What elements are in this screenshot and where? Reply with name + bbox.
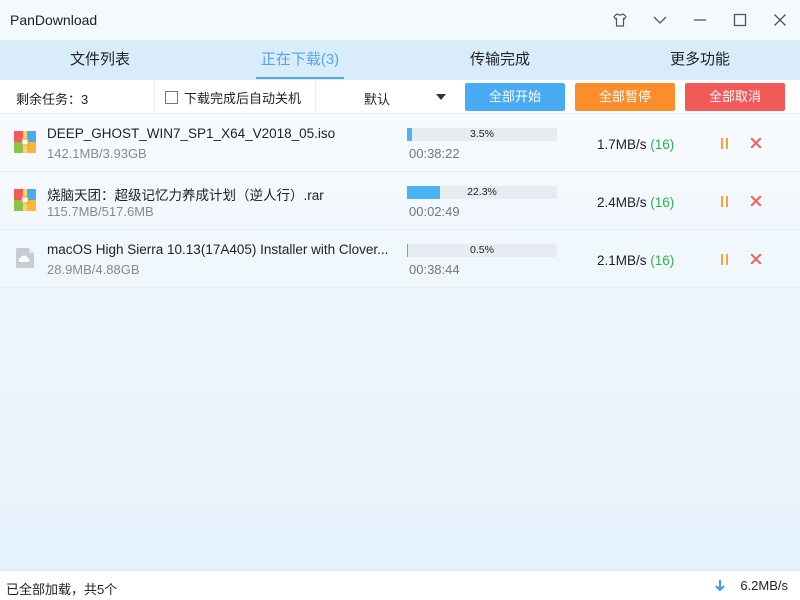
download-arrow-icon: [715, 579, 726, 591]
toolbar-divider: [154, 80, 155, 114]
load-status-text: 已全部加载，共5个: [6, 582, 118, 597]
tab-more-features[interactable]: 更多功能: [600, 40, 800, 80]
tab-file-list[interactable]: 文件列表: [0, 40, 200, 80]
close-window-icon[interactable]: [760, 0, 800, 40]
file-name: 烧脑天团：超级记忆力养成计划（逆人行）.rar: [47, 188, 324, 203]
pause-all-button[interactable]: 全部暂停: [575, 83, 675, 111]
archive-file-icon: [14, 131, 36, 153]
progress-percent: 3.5%: [470, 128, 494, 140]
connection-count: (16): [650, 137, 675, 152]
file-name: DEEP_GHOST_WIN7_SP1_X64_V2018_05.iso: [47, 126, 336, 141]
download-row[interactable]: DEEP_GHOST_WIN7_SP1_X64_V2018_05.iso 142…: [0, 114, 800, 172]
download-row[interactable]: 烧脑天团：超级记忆力养成计划（逆人行）.rar 115.7MB/517.6MB …: [0, 172, 800, 230]
cancel-x-icon[interactable]: [750, 253, 762, 265]
archive-file-icon: [14, 189, 36, 211]
auto-shutdown-label: 下载完成后自动关机: [184, 91, 302, 106]
download-speed: 2.1MB/s (16): [597, 253, 674, 268]
progress-bar: 0.5%: [407, 244, 557, 257]
file-size: 28.9MB/4.88GB: [47, 262, 140, 277]
tab-completed[interactable]: 传输完成: [400, 40, 600, 80]
maximize-icon[interactable]: [720, 0, 760, 40]
progress-bar: 3.5%: [407, 128, 557, 141]
time-remaining: 00:02:49: [409, 204, 460, 219]
download-speed: 1.7MB/s (16): [597, 137, 674, 152]
cancel-x-icon[interactable]: [750, 195, 762, 207]
skin-shirt-icon[interactable]: [600, 0, 640, 40]
caret-down-icon: [436, 94, 446, 100]
speed-value: 2.4MB/s: [597, 195, 647, 210]
status-bar: 已全部加载，共5个 6.2MB/s: [0, 570, 800, 600]
sort-select[interactable]: 默认: [316, 80, 454, 114]
app-title: PanDownload: [10, 12, 98, 28]
cancel-x-icon[interactable]: [750, 137, 762, 149]
file-name: macOS High Sierra 10.13(17A405) Installe…: [47, 242, 389, 257]
window-controls: [600, 0, 800, 40]
file-size: 142.1MB/3.93GB: [47, 146, 147, 161]
time-remaining: 00:38:22: [409, 146, 460, 161]
pause-icon[interactable]: [720, 138, 730, 149]
minimize-icon[interactable]: [680, 0, 720, 40]
total-speed-value: 6.2MB/s: [740, 578, 788, 593]
progress-percent: 0.5%: [470, 244, 494, 256]
time-remaining: 00:38:44: [409, 262, 460, 277]
pause-icon[interactable]: [720, 196, 730, 207]
tab-downloading[interactable]: 正在下载(3): [200, 40, 400, 80]
progress-bar: 22.3%: [407, 186, 557, 199]
total-speed: 6.2MB/s: [714, 578, 788, 593]
pause-icon[interactable]: [720, 254, 730, 265]
connection-count: (16): [650, 195, 675, 210]
speed-value: 2.1MB/s: [597, 253, 647, 268]
start-all-button[interactable]: 全部开始: [465, 83, 565, 111]
cloud-file-icon: [16, 248, 34, 268]
cancel-all-button[interactable]: 全部取消: [685, 83, 785, 111]
download-toolbar: 剩余任务：3 下载完成后自动关机 默认 全部开始 全部暂停 全部取消: [0, 80, 800, 114]
download-row[interactable]: macOS High Sierra 10.13(17A405) Installe…: [0, 230, 800, 288]
main-tabs: 文件列表 正在下载(3) 传输完成 更多功能: [0, 40, 800, 80]
menu-chevron-down-icon[interactable]: [640, 0, 680, 40]
download-speed: 2.4MB/s (16): [597, 195, 674, 210]
remaining-tasks-label: 剩余任务：3: [16, 92, 89, 107]
auto-shutdown-option[interactable]: 下载完成后自动关机: [165, 88, 301, 107]
progress-percent: 22.3%: [467, 186, 497, 198]
auto-shutdown-checkbox[interactable]: [165, 91, 178, 104]
title-bar[interactable]: PanDownload: [0, 0, 800, 40]
sort-select-value: 默认: [364, 92, 391, 107]
file-size: 115.7MB/517.6MB: [47, 204, 154, 219]
connection-count: (16): [650, 253, 675, 268]
speed-value: 1.7MB/s: [597, 137, 647, 152]
